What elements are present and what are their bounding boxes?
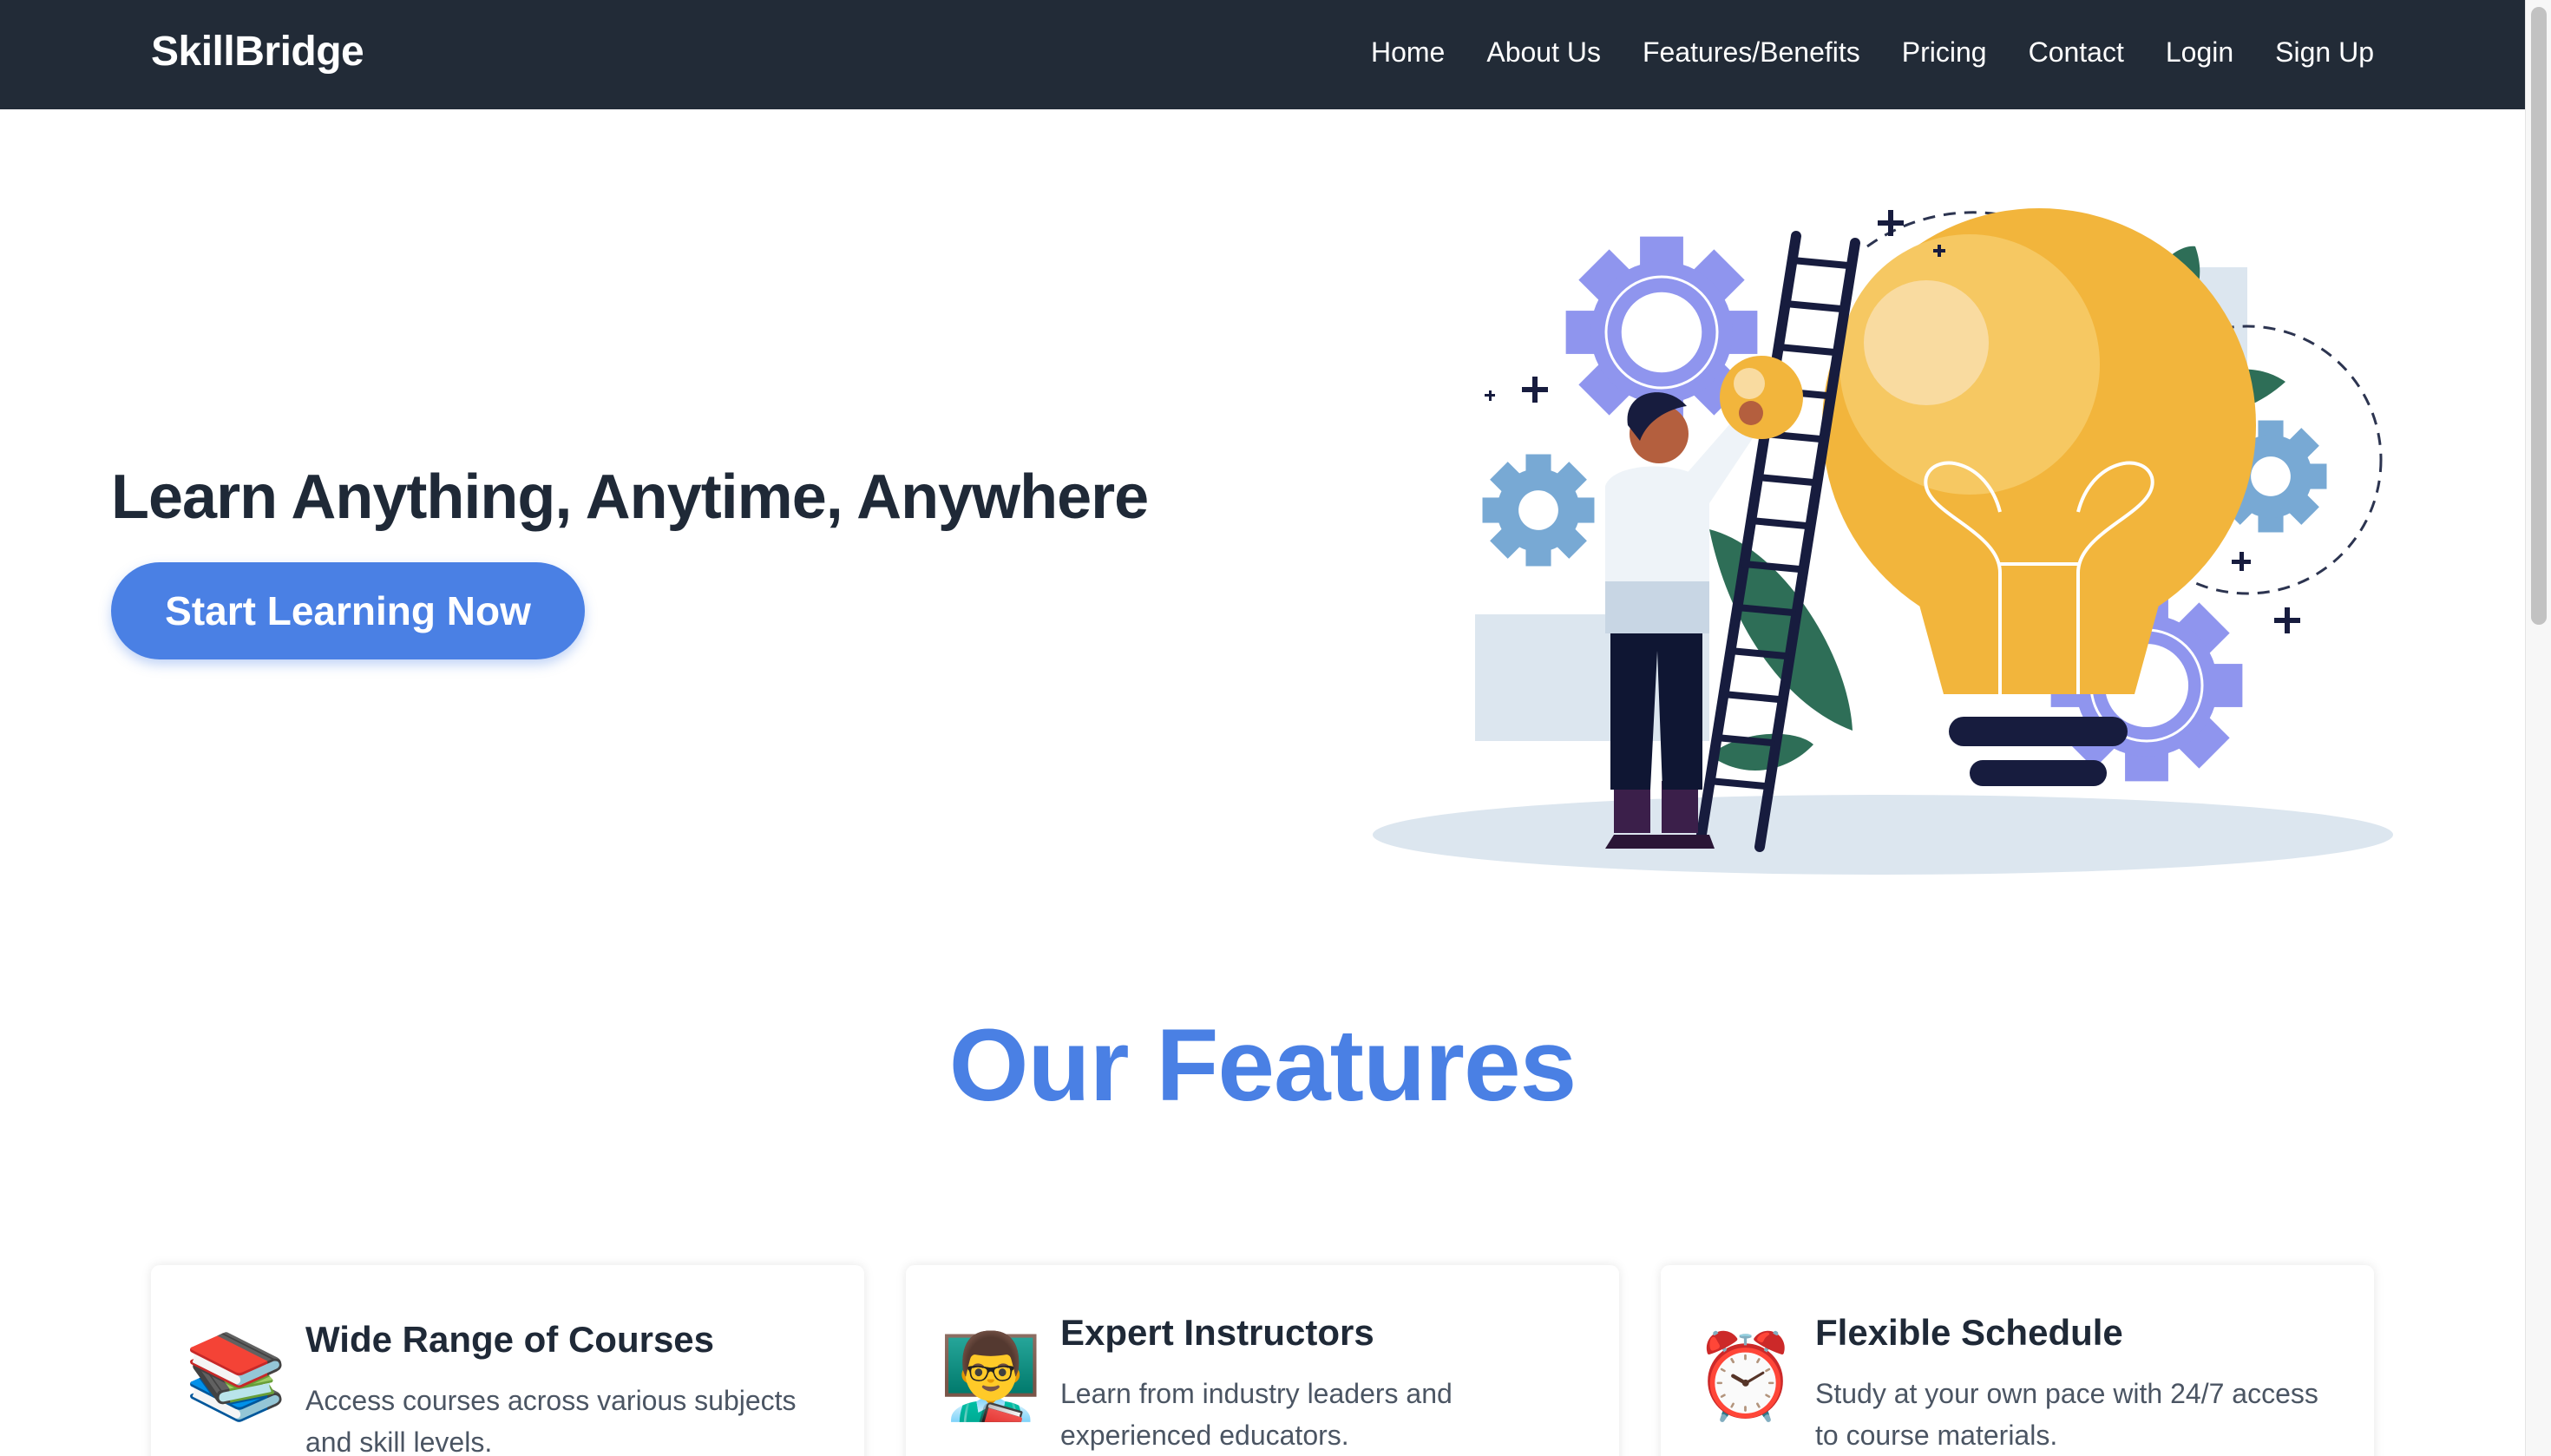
features-title: Our Features: [948, 1008, 1577, 1123]
feature-description: Study at your own pace with 24/7 access …: [1815, 1378, 2318, 1451]
vertical-scrollbar[interactable]: [2525, 0, 2551, 1456]
nav-link-features-benefits[interactable]: Features/Benefits: [1643, 36, 1860, 69]
feature-title: Flexible Schedule: [1815, 1312, 2123, 1353]
start-learning-button[interactable]: Start Learning Now: [111, 562, 585, 659]
feature-title: Expert Instructors: [1060, 1312, 1374, 1353]
feature-card-schedule: ⏰ Flexible Schedule Study at your own pa…: [1661, 1265, 2374, 1456]
bulb-base-2: [1970, 760, 2107, 786]
books-icon: 📚: [184, 1330, 288, 1423]
nav-links: Home About Us Features/Benefits Pricing …: [1371, 36, 2374, 69]
features-grid: 📚 Wide Range of Courses Access courses a…: [151, 1265, 2374, 1456]
nav-link-home[interactable]: Home: [1371, 36, 1445, 69]
nav-link-about-us[interactable]: About Us: [1486, 36, 1601, 69]
gear-small-left: [1482, 454, 1595, 567]
navbar: SkillBridge Home About Us Features/Benef…: [0, 0, 2525, 109]
bulb-base-1: [1949, 717, 2128, 746]
feature-description: Learn from industry leaders and experien…: [1060, 1378, 1453, 1451]
nav-link-login[interactable]: Login: [2166, 36, 2233, 69]
teacher-icon: 👨‍🏫: [939, 1330, 1043, 1423]
feature-card-courses: 📚 Wide Range of Courses Access courses a…: [151, 1265, 864, 1456]
alarm-clock-icon: ⏰: [1694, 1330, 1798, 1423]
feature-title: Wide Range of Courses: [305, 1319, 715, 1360]
page: SkillBridge Home About Us Features/Benef…: [0, 0, 2551, 1456]
hero-illustration: [1373, 208, 2393, 875]
nav-link-sign-up[interactable]: Sign Up: [2275, 36, 2374, 69]
scrollbar-thumb[interactable]: [2531, 7, 2547, 625]
brand-logo[interactable]: SkillBridge: [151, 28, 364, 75]
feature-description: Access courses across various subjects a…: [305, 1385, 797, 1456]
hero-title: Learn Anything, Anytime, Anywhere: [111, 462, 1149, 532]
feature-card-instructors: 👨‍🏫 Expert Instructors Learn from indust…: [906, 1265, 1619, 1456]
nav-link-contact[interactable]: Contact: [2029, 36, 2124, 69]
nav-link-pricing[interactable]: Pricing: [1902, 36, 1987, 69]
ground-shadow: [1373, 795, 2393, 875]
